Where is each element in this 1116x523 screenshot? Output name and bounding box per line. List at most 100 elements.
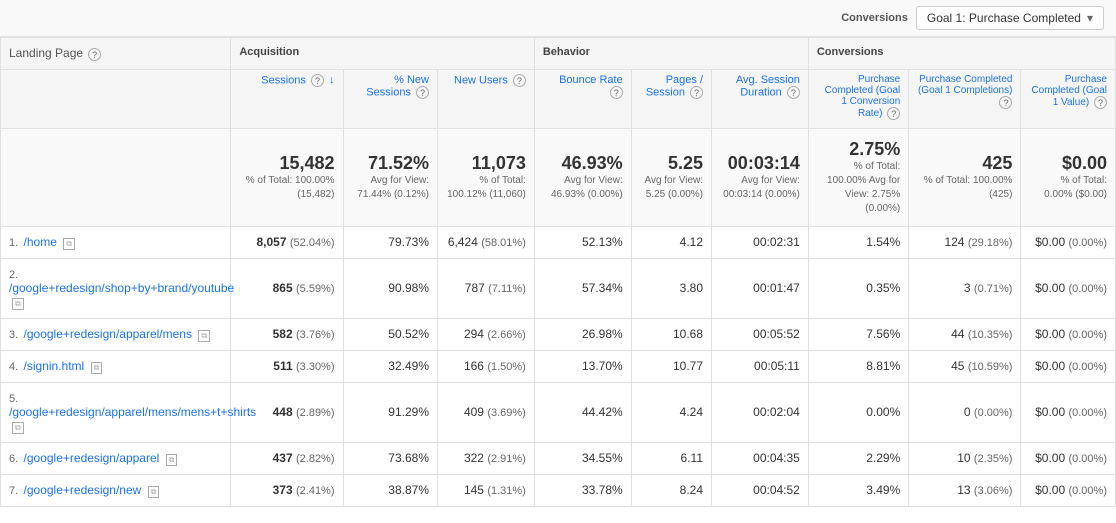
pages-value: 10.77 [673,359,703,373]
copy-icon[interactable]: ⧉ [63,238,75,250]
completions-pct: (10.59%) [968,361,1013,373]
sessions-col-header[interactable]: Sessions ? ↓ [231,69,343,128]
help-icon-landing[interactable]: ? [88,48,101,61]
conversions-group: Conversions [808,38,1115,70]
copy-icon[interactable]: ⧉ [91,362,103,374]
avg-session-col-header[interactable]: Avg. Session Duration ? [712,69,809,128]
sessions-pct: (2.89%) [296,407,335,419]
new-users-col-header[interactable]: New Users ? [438,69,535,128]
completions-pct: (3.06%) [974,485,1013,497]
totals-goal-value-main: $0.00 [1029,153,1107,174]
copy-icon[interactable]: ⧉ [198,330,210,342]
sessions-sort-link[interactable]: Sessions [261,74,306,86]
totals-conv-rate-main: 2.75% [817,139,900,160]
totals-sessions: 15,482 % of Total: 100.00% (15,482) [231,128,343,226]
sessions-cell: 511 (3.30%) [231,350,343,382]
page-link[interactable]: /home [24,235,57,249]
conv-rate-col-header[interactable]: Purchase Completed (Goal 1 Conversion Ra… [808,69,908,128]
totals-pages-sub: Avg for View: 5.25 (0.00%) [640,174,703,202]
conv-rate-cell: 0.00% [808,382,908,442]
goal-select-label: Goal 1: Purchase Completed [927,11,1081,25]
sessions-value: 373 [273,483,293,497]
totals-sessions-main: 15,482 [239,153,334,174]
help-icon-newusers[interactable]: ? [513,74,526,87]
table-row: 1. /home ⧉ 8,057 (52.04%) 79.73% 6,424 (… [1,226,1116,258]
totals-new-users-main: 11,073 [446,153,526,174]
copy-icon[interactable]: ⧉ [12,298,24,310]
new-users-cell: 6,424 (58.01%) [438,226,535,258]
totals-new-users: 11,073 % of Total: 100.12% (11,060) [438,128,535,226]
help-icon-convrate[interactable]: ? [887,107,900,120]
pct-new-value: 79.73% [388,235,429,249]
pages-value: 4.12 [680,235,703,249]
completions-cell: 45 (10.59%) [909,350,1021,382]
new-users-pct: (1.50%) [487,361,526,373]
new-users-pct: (1.31%) [487,485,526,497]
copy-icon[interactable]: ⧉ [12,422,24,434]
bounce-value: 57.34% [582,281,623,295]
page-link[interactable]: /google+redesign/apparel [24,451,160,465]
new-users-cell: 294 (2.66%) [438,318,535,350]
bounce-value: 34.55% [582,451,623,465]
conv-rate-value: 8.81% [866,359,900,373]
page-link[interactable]: /google+redesign/apparel/mens/mens+t+shi… [9,405,256,419]
page-link[interactable]: /google+redesign/shop+by+brand/youtube [9,281,234,295]
pages-col-header[interactable]: Pages / Session ? [631,69,711,128]
goal-value-pct: (0.00%) [1068,329,1107,341]
goal-select[interactable]: Goal 1: Purchase Completed ▾ [916,6,1104,30]
completions-value: 124 [944,235,964,249]
totals-goal-value: $0.00 % of Total: 0.00% ($0.00) [1021,128,1116,226]
pct-new-col-header[interactable]: % New Sessions ? [343,69,437,128]
bounce-value: 26.98% [582,327,623,341]
help-icon-goalvalue[interactable]: ? [1094,96,1107,109]
avg-session-value: 00:04:52 [753,483,800,497]
sessions-value: 865 [273,281,293,295]
page-link[interactable]: /signin.html [24,359,85,373]
pages-value: 3.80 [680,281,703,295]
sessions-pct: (5.59%) [296,283,335,295]
page-link[interactable]: /google+redesign/apparel/mens [24,327,192,341]
conv-rate-value: 3.49% [866,483,900,497]
table-row: 3. /google+redesign/apparel/mens ⧉ 582 (… [1,318,1116,350]
completions-col-header[interactable]: Purchase Completed (Goal 1 Completions) … [909,69,1021,128]
acquisition-group: Acquisition [231,38,535,70]
bounce-col-header[interactable]: Bounce Rate ? [534,69,631,128]
page-link[interactable]: /google+redesign/new [24,483,142,497]
new-users-value: 294 [464,327,484,341]
acquisition-label: Acquisition [239,46,299,58]
table-row: 4. /signin.html ⧉ 511 (3.30%) 32.49% 166… [1,350,1116,382]
copy-icon[interactable]: ⧉ [148,486,160,498]
pct-new-cell: 90.98% [343,258,437,318]
table-row: 2. /google+redesign/shop+by+brand/youtub… [1,258,1116,318]
help-icon-bounce[interactable]: ? [610,86,623,99]
col-header-row: Sessions ? ↓ % New Sessions ? New Users … [1,69,1116,128]
help-icon-pages[interactable]: ? [690,86,703,99]
pct-new-value: 50.52% [388,327,429,341]
help-icon-completions[interactable]: ? [999,96,1012,109]
goal-value-value: $0.00 [1035,235,1065,249]
goal-value-col-header[interactable]: Purchase Completed (Goal 1 Value) ? [1021,69,1116,128]
completions-value: 0 [964,405,971,419]
totals-row: 15,482 % of Total: 100.00% (15,482) 71.5… [1,128,1116,226]
landing-page-cell: 1. /home ⧉ [1,226,231,258]
row-num: 7. [9,485,18,497]
help-icon-pctnew[interactable]: ? [416,86,429,99]
new-users-value: 145 [464,483,484,497]
pct-new-value: 38.87% [388,483,429,497]
help-icon-sessions[interactable]: ? [311,74,324,87]
bounce-value: 13.70% [582,359,623,373]
landing-page-cell: 3. /google+redesign/apparel/mens ⧉ [1,318,231,350]
conv-rate-cell: 3.49% [808,474,908,506]
pages-cell: 8.24 [631,474,711,506]
bounce-cell: 44.42% [534,382,631,442]
landing-page-cell: 5. /google+redesign/apparel/mens/mens+t+… [1,382,231,442]
sessions-pct: (52.04%) [290,237,335,249]
sessions-value: 511 [273,359,292,373]
conv-rate-cell: 1.54% [808,226,908,258]
conversions-label: Conversions [841,12,908,24]
new-users-cell: 409 (3.69%) [438,382,535,442]
help-icon-avgsess[interactable]: ? [787,86,800,99]
avg-session-cell: 00:05:11 [712,350,809,382]
copy-icon[interactable]: ⧉ [166,454,178,466]
avg-session-cell: 00:05:52 [712,318,809,350]
